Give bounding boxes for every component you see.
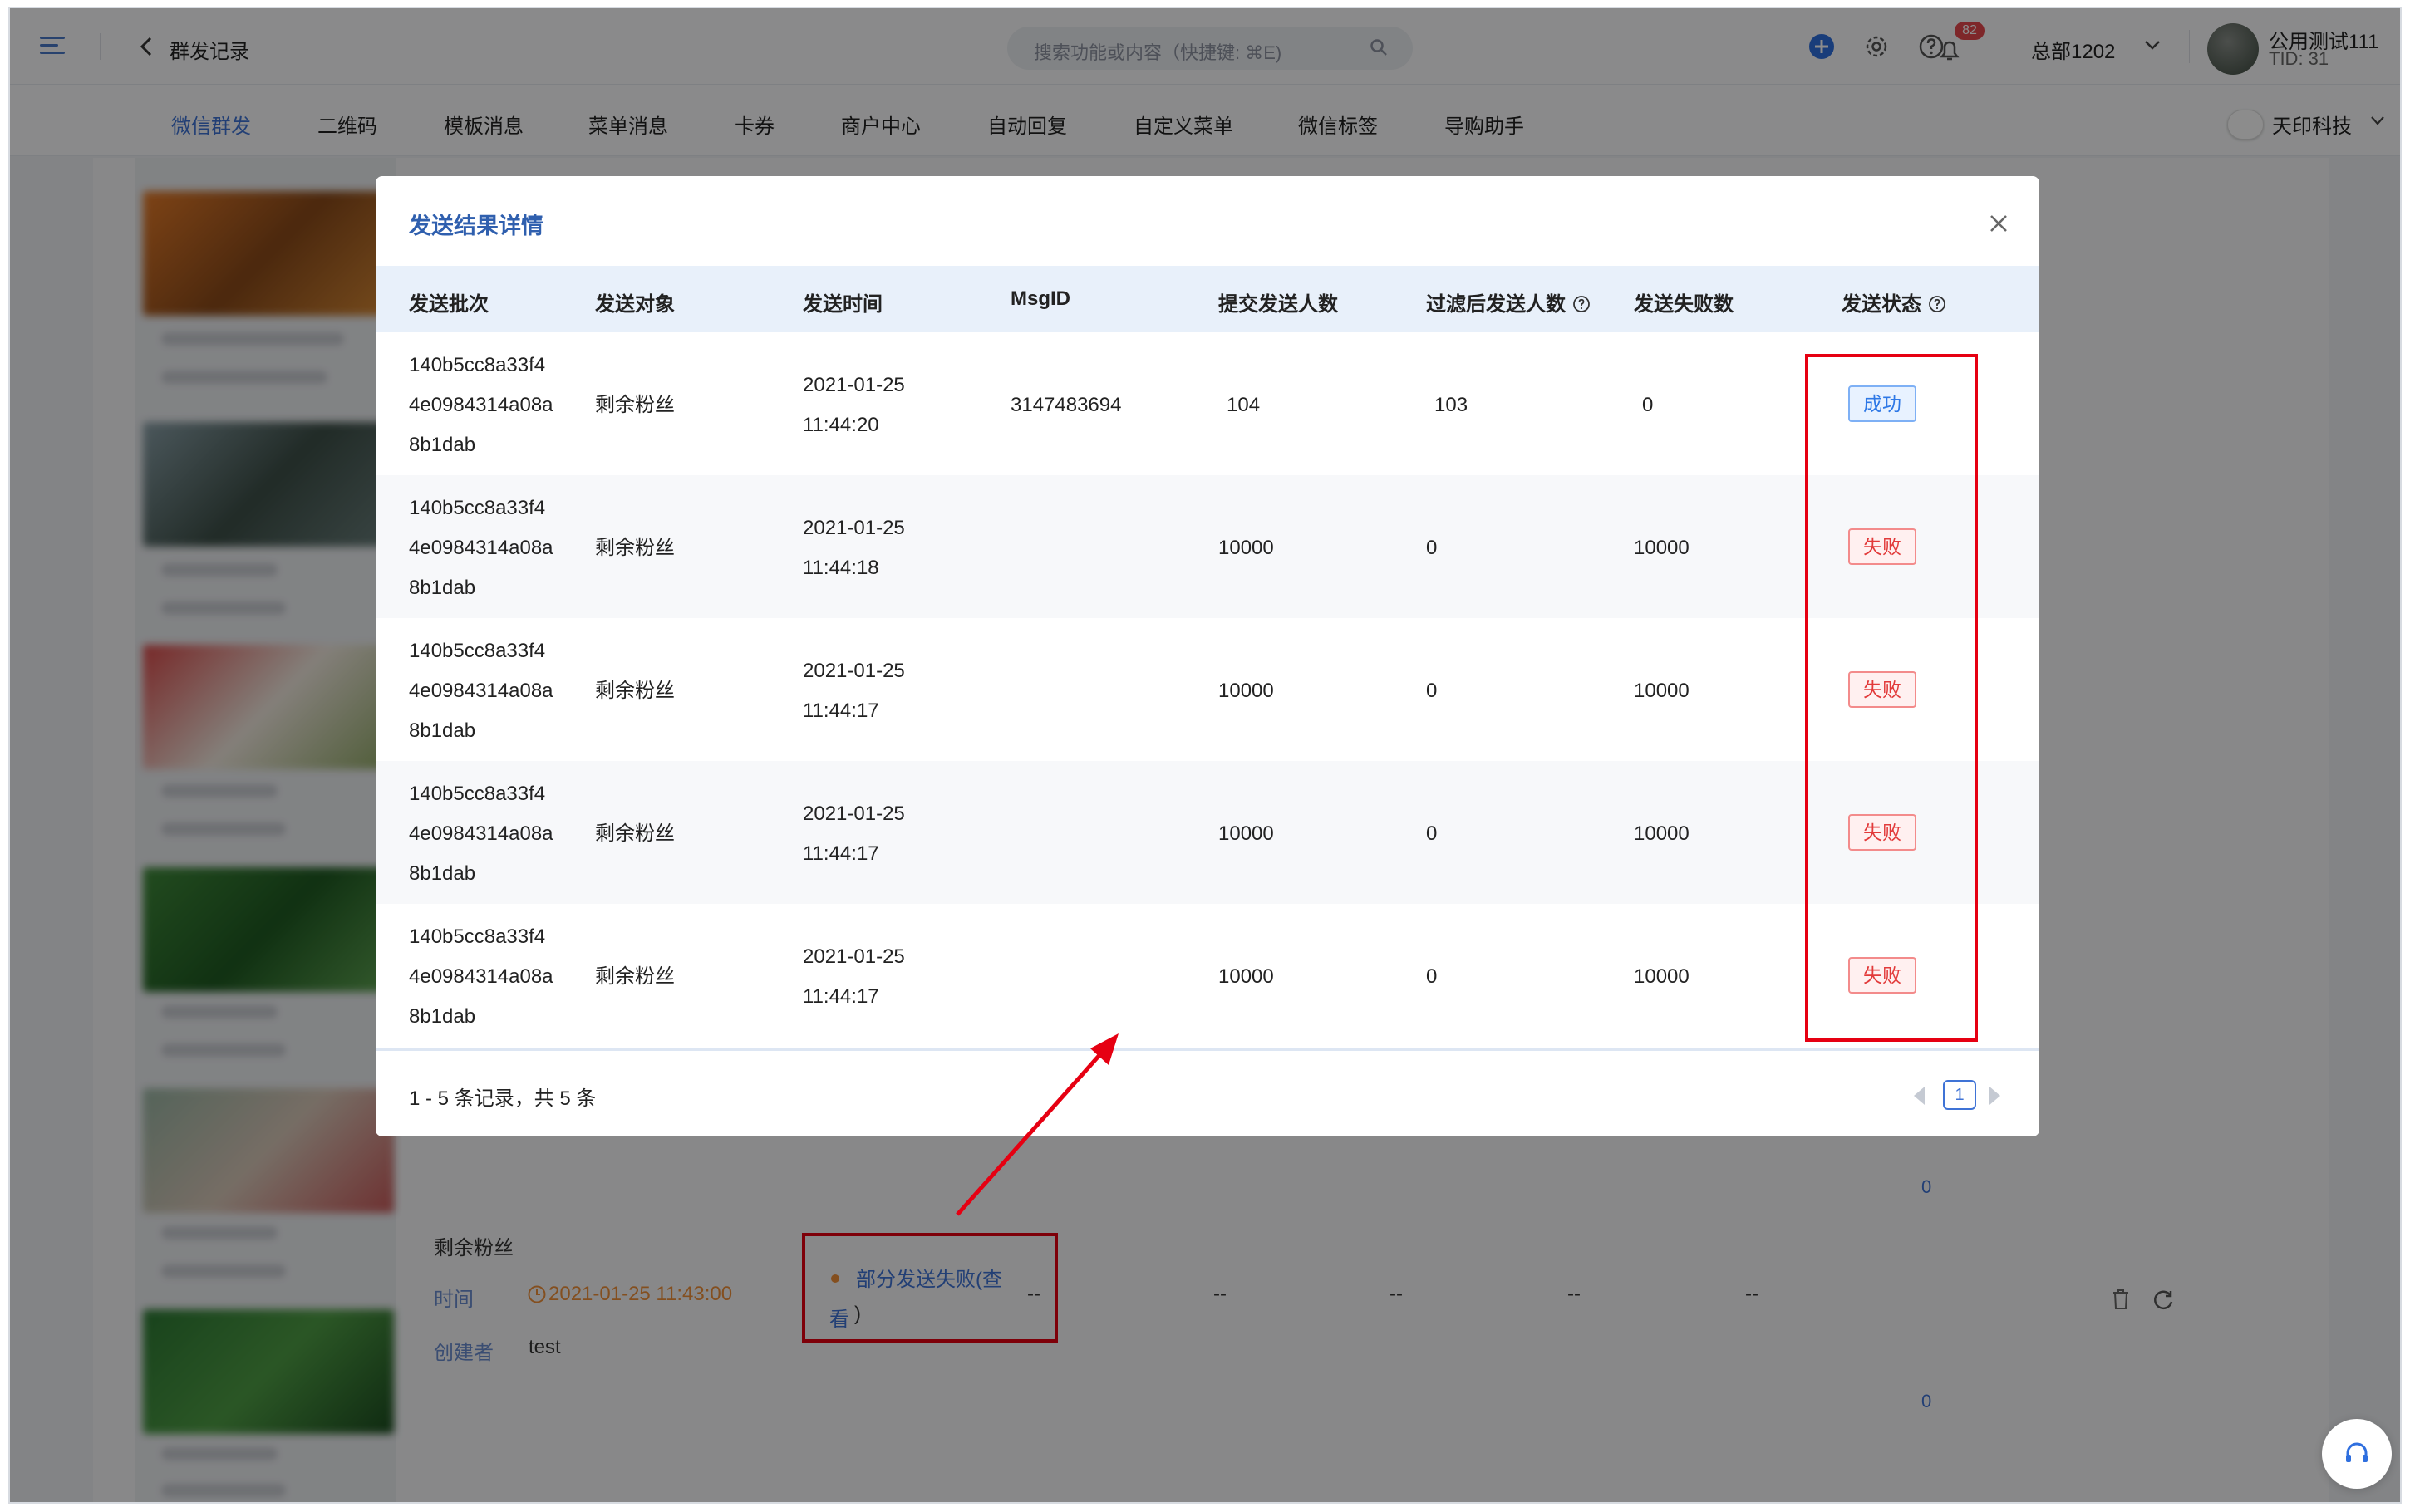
close-icon[interactable] (1986, 211, 2011, 236)
divider (376, 1048, 2039, 1051)
filtered-count: 0 (1426, 822, 1438, 845)
column-header: 发送批次 (409, 293, 489, 316)
batch-id: 140b5cc8a33f4 (409, 925, 546, 948)
table-row: 140b5cc8a33f4 4e0984314a08a 8b1dab 剩余粉丝 … (376, 332, 2039, 475)
batch-id: 4e0984314a08a (409, 394, 553, 416)
submitted-count: 10000 (1218, 822, 1274, 845)
column-header: 过滤后发送人数 (1426, 293, 1566, 316)
submitted-count: 10000 (1218, 537, 1274, 559)
send-time: 11:44:18 (803, 557, 879, 579)
column-header: 提交发送人数 (1218, 293, 1338, 316)
table-row: 140b5cc8a33f4 4e0984314a08a 8b1dab 剩余粉丝 … (376, 904, 2039, 1047)
failed-count: 10000 (1634, 965, 1689, 988)
filtered-count: 0 (1426, 965, 1438, 988)
batch-id: 140b5cc8a33f4 (409, 783, 546, 805)
batch-id: 140b5cc8a33f4 (409, 354, 546, 376)
send-time: 11:44:17 (803, 842, 879, 865)
table-header: 发送批次 发送对象 发送时间 MsgID 提交发送人数 过滤后发送人数 发送失败… (376, 266, 2039, 332)
batch-id: 140b5cc8a33f4 (409, 497, 546, 519)
submitted-count: 104 (1227, 394, 1261, 416)
send-date: 2021-01-25 (803, 803, 905, 825)
failed-count: 10000 (1634, 537, 1689, 559)
msg-id: 3147483694 (1011, 394, 1122, 416)
filtered-count: 103 (1434, 394, 1468, 416)
send-time: 11:44:17 (803, 700, 879, 722)
send-date: 2021-01-25 (803, 517, 905, 539)
column-header: 发送失败数 (1634, 293, 1734, 316)
submitted-count: 10000 (1218, 680, 1274, 702)
question-icon[interactable] (1928, 295, 1946, 313)
column-header: 发送状态 (1842, 293, 1921, 316)
column-header: 发送对象 (595, 293, 675, 316)
send-date: 2021-01-25 (803, 660, 905, 682)
next-page-icon[interactable] (1988, 1085, 2003, 1107)
column-header: 发送时间 (803, 293, 883, 316)
send-target: 剩余粉丝 (595, 822, 675, 845)
send-result-dialog: 发送结果详情 发送批次 发送对象 发送时间 MsgID 提交发送人数 过滤后发送… (376, 176, 2039, 1136)
headset-icon (2346, 1442, 2368, 1462)
app-window: 群发记录 搜索功能或内容（快捷键: ⌘E) 82 总部1202 公用测试111 … (8, 7, 2402, 1504)
customer-service-button[interactable] (2322, 1419, 2392, 1489)
table-row: 140b5cc8a33f4 4e0984314a08a 8b1dab 剩余粉丝 … (376, 618, 2039, 761)
batch-id: 4e0984314a08a (409, 965, 553, 988)
batch-id: 4e0984314a08a (409, 537, 553, 559)
batch-id: 4e0984314a08a (409, 680, 553, 702)
batch-id: 8b1dab (409, 719, 476, 742)
submitted-count: 10000 (1218, 965, 1274, 988)
batch-id: 8b1dab (409, 1005, 476, 1028)
page-number[interactable]: 1 (1943, 1080, 1976, 1110)
send-date: 2021-01-25 (803, 374, 905, 396)
filtered-count: 0 (1426, 680, 1438, 702)
dialog-title: 发送结果详情 (409, 214, 543, 238)
batch-id: 140b5cc8a33f4 (409, 640, 546, 662)
send-time: 11:44:20 (803, 414, 879, 436)
send-target: 剩余粉丝 (595, 394, 675, 416)
batch-id: 4e0984314a08a (409, 822, 553, 845)
send-target: 剩余粉丝 (595, 680, 675, 702)
table-row: 140b5cc8a33f4 4e0984314a08a 8b1dab 剩余粉丝 … (376, 761, 2039, 904)
send-target: 剩余粉丝 (595, 965, 675, 988)
failed-count: 10000 (1634, 680, 1689, 702)
batch-id: 8b1dab (409, 577, 476, 599)
prev-page-icon[interactable] (1911, 1085, 1926, 1107)
batch-id: 8b1dab (409, 862, 476, 885)
column-header-filtered: 过滤后发送人数 (1426, 287, 1591, 317)
failed-count: 10000 (1634, 822, 1689, 845)
send-target: 剩余粉丝 (595, 537, 675, 559)
question-icon[interactable] (1572, 295, 1591, 313)
failed-count: 0 (1642, 394, 1654, 416)
table-row: 140b5cc8a33f4 4e0984314a08a 8b1dab 剩余粉丝 … (376, 475, 2039, 618)
batch-id: 8b1dab (409, 434, 476, 456)
annotation-box-status-column (1805, 354, 1978, 1042)
column-header-status: 发送状态 (1842, 287, 1946, 317)
send-date: 2021-01-25 (803, 945, 905, 968)
filtered-count: 0 (1426, 537, 1438, 559)
send-time: 11:44:17 (803, 985, 879, 1008)
pagination-summary: 1 - 5 条记录，共 5 条 (409, 1087, 597, 1110)
column-header: MsgID (1011, 287, 1070, 310)
